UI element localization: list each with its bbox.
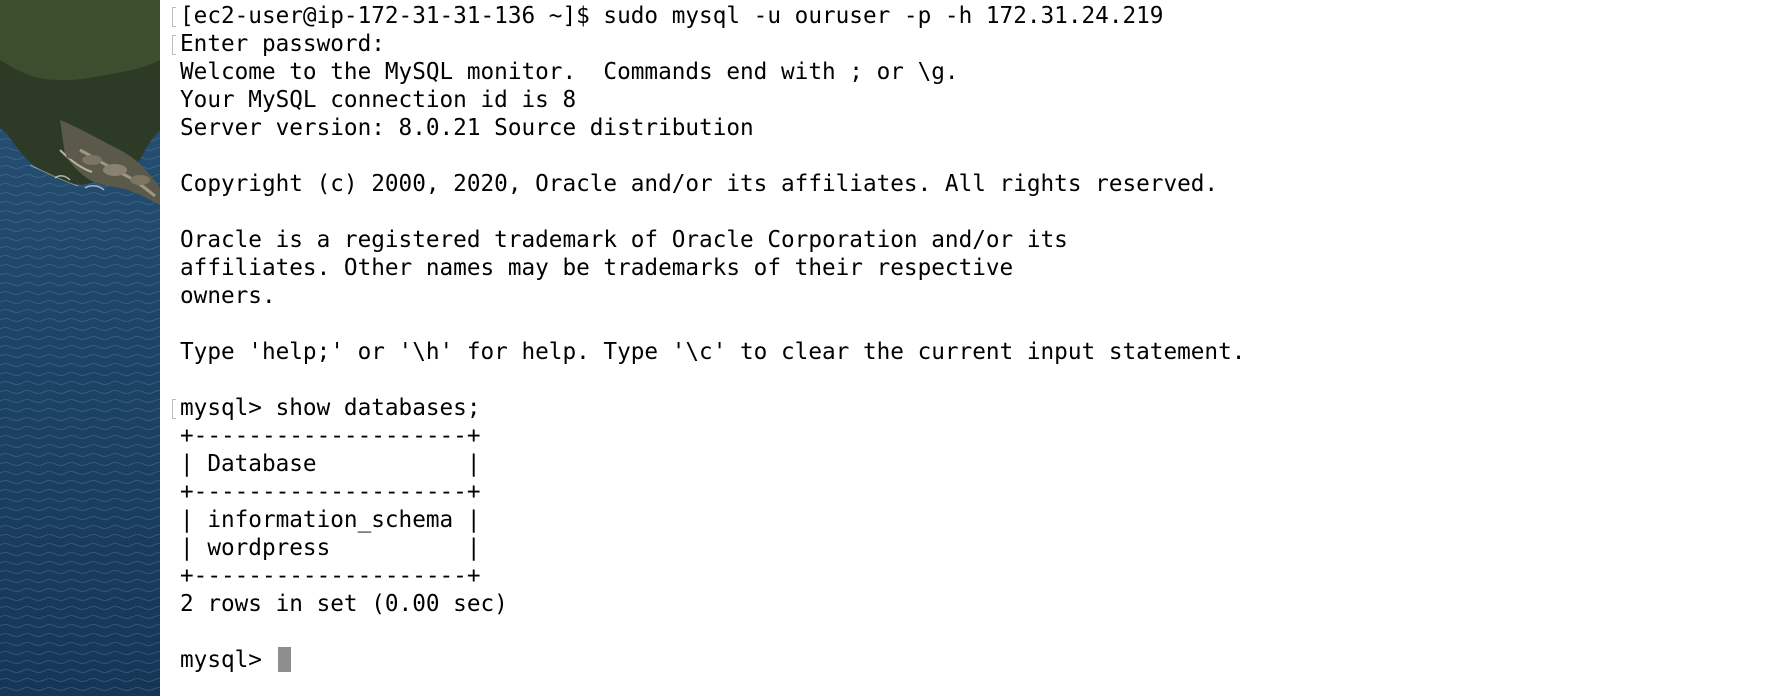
- terminal-line: [ec2-user@ip-172-31-31-136 ~]$ sudo mysq…: [170, 2, 1770, 30]
- terminal-line: owners.: [180, 283, 276, 309]
- terminal-line: Welcome to the MySQL monitor. Commands e…: [180, 59, 959, 85]
- text-cursor: [277, 647, 291, 672]
- terminal-line: +--------------------+: [180, 423, 481, 449]
- terminal-line: Your MySQL connection id is 8: [180, 87, 577, 113]
- terminal-line: | Database |: [180, 451, 481, 477]
- terminal-line: Type 'help;' or '\h' for help. Type '\c'…: [180, 339, 1246, 365]
- terminal-line: 2 rows in set (0.00 sec): [180, 591, 508, 617]
- terminal-line: Copyright (c) 2000, 2020, Oracle and/or …: [180, 171, 1219, 197]
- terminal-line: Oracle is a registered trademark of Orac…: [180, 227, 1068, 253]
- terminal-line: +--------------------+: [180, 479, 481, 505]
- terminal-line: affiliates. Other names may be trademark…: [180, 255, 1014, 281]
- mysql-prompt: mysql>: [180, 647, 276, 673]
- terminal-line: | wordpress |: [180, 535, 481, 561]
- terminal-line: | information_schema |: [180, 507, 481, 533]
- terminal-line: Enter password:: [170, 30, 1770, 58]
- coastline-image: [0, 0, 160, 696]
- terminal-prompt-line[interactable]: mysql>: [170, 646, 1770, 674]
- terminal-window[interactable]: [ec2-user@ip-172-31-31-136 ~]$ sudo mysq…: [160, 0, 1770, 696]
- terminal-line: Server version: 8.0.21 Source distributi…: [180, 115, 754, 141]
- terminal-output: [ec2-user@ip-172-31-31-136 ~]$ sudo mysq…: [170, 2, 1770, 674]
- terminal-line: mysql> show databases;: [170, 394, 1770, 422]
- desktop-wallpaper: [0, 0, 160, 696]
- terminal-line: +--------------------+: [180, 563, 481, 589]
